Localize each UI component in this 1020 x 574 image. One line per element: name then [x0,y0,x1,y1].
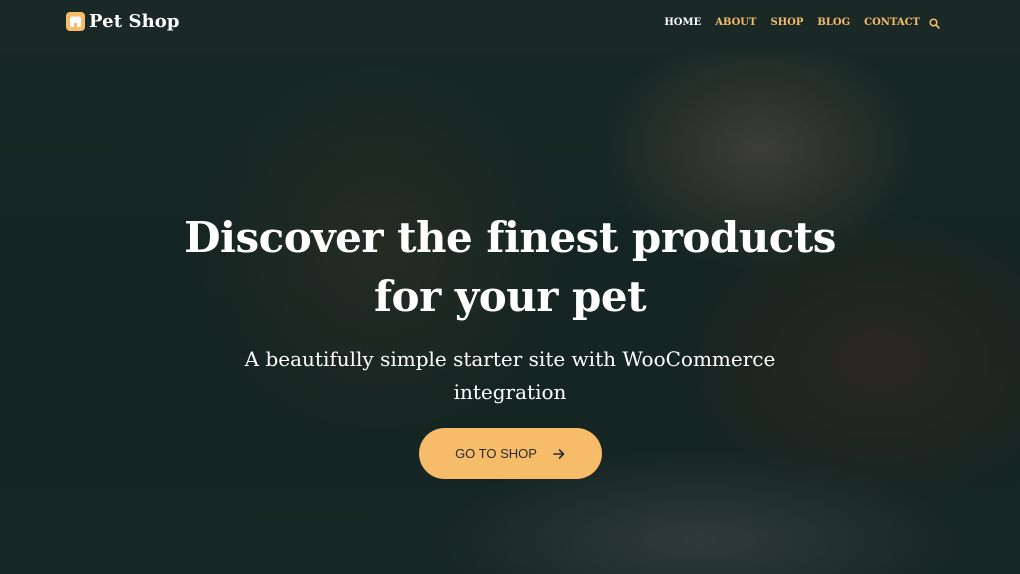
go-to-shop-button[interactable]: GO TO SHOP [418,428,602,479]
site-logo[interactable]: Pet Shop [66,11,180,32]
go-to-shop-label: GO TO SHOP [455,446,537,461]
page: Pet Shop HOME ABOUT SHOP BLOG CONTACT Di… [0,0,1020,574]
shop-icon [66,12,85,31]
arrow-right-icon [553,448,565,460]
hero-section: Discover the finest products for your pe… [0,208,1020,479]
hero-title: Discover the finest products for your pe… [184,213,836,321]
nav-item-contact[interactable]: CONTACT [864,16,920,30]
hero-subtitle: A beautifully simple starter site with W… [244,347,776,404]
site-title: Pet Shop [89,11,180,32]
main-navigation: HOME ABOUT SHOP BLOG CONTACT [650,16,940,30]
search-icon[interactable] [928,17,940,29]
nav-item-about[interactable]: ABOUT [715,16,756,30]
nav-item-shop[interactable]: SHOP [770,16,803,30]
nav-item-blog[interactable]: BLOG [817,16,850,30]
site-header: Pet Shop HOME ABOUT SHOP BLOG CONTACT [0,0,1020,53]
nav-item-home[interactable]: HOME [664,16,701,30]
